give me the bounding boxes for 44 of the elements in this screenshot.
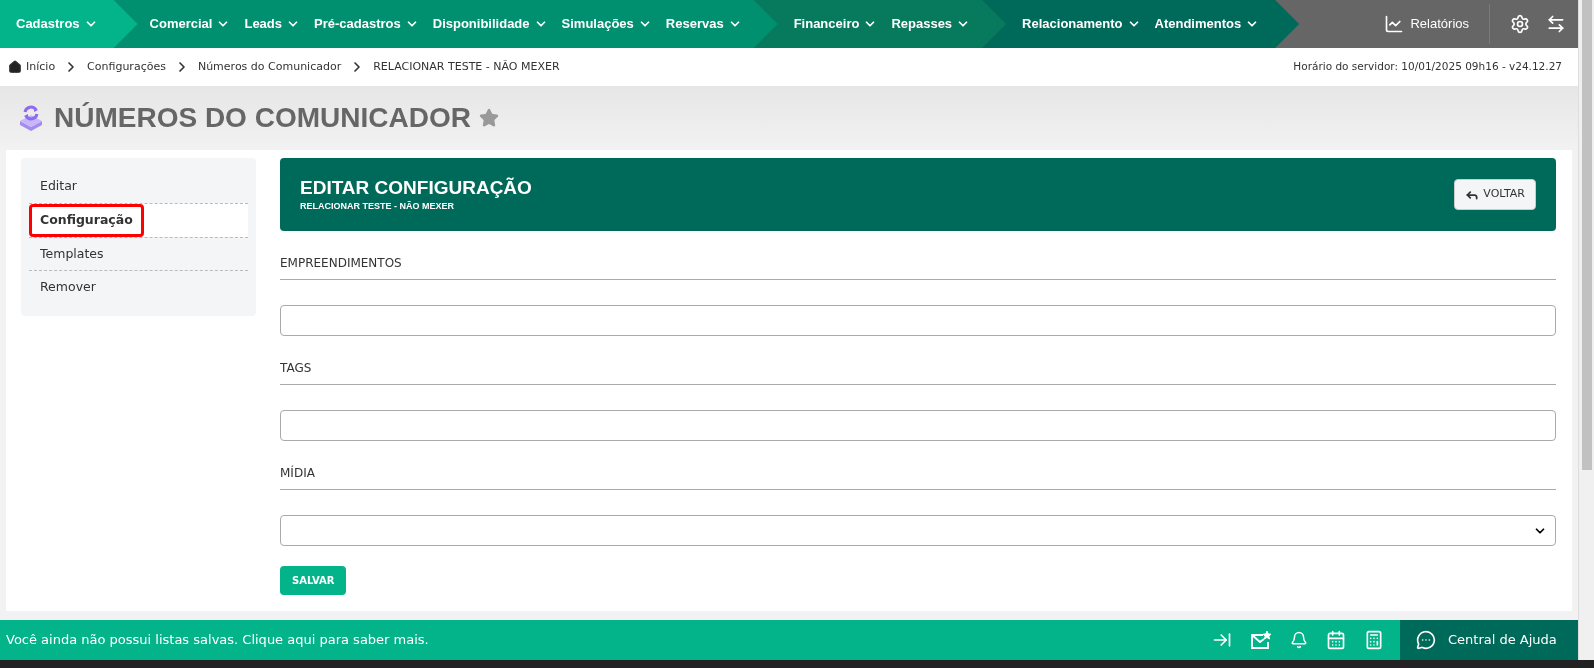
input-field[interactable] — [280, 305, 1556, 336]
breadcrumb-link[interactable]: Início — [26, 58, 56, 76]
breadcrumb-current: RELACIONAR TESTE - NÃO MEXER — [373, 58, 560, 75]
sidebar-item[interactable]: Configuração — [29, 203, 144, 237]
breadcrumb-link[interactable]: Números do Comunicador — [197, 58, 342, 76]
nav-menu[interactable]: Atendimentos — [1154, 14, 1260, 34]
nav-menu[interactable]: Reservas — [665, 14, 742, 34]
nav-menu[interactable]: Financeiro — [793, 14, 878, 34]
chat-bubble-icon — [1416, 630, 1436, 650]
sidebar-item[interactable]: Editar — [29, 170, 88, 203]
scrollbar-thumb[interactable] — [1581, 0, 1592, 470]
section-label: TAGS — [280, 359, 1556, 385]
favorite-star-icon[interactable] — [478, 108, 499, 128]
reports-link[interactable]: Relatórios — [1364, 0, 1489, 48]
bell-icon[interactable] — [1290, 631, 1308, 649]
nav-menu[interactable]: Pré-cadastros — [314, 14, 419, 34]
nav-menu[interactable]: Relacionamento — [1022, 14, 1141, 34]
help-center-button[interactable]: Central de Ajuda — [1400, 620, 1578, 660]
page-title: NÚMEROS DO COMUNICADOR — [54, 101, 471, 135]
nav-menu[interactable]: Repasses — [891, 14, 971, 34]
calendar-icon[interactable] — [1326, 630, 1346, 650]
nav-menu[interactable]: Leads — [244, 14, 301, 34]
server-time-text: Horário do servidor: 10/01/2025 09h16 - v24.12.27 — [1293, 59, 1563, 75]
nav-menu[interactable]: Simulações — [561, 14, 652, 34]
line-chart-icon — [1384, 14, 1405, 34]
panel-subtitle: RELACIONAR TESTE - NÃO MEXER — [300, 199, 455, 213]
nav-menu[interactable]: Disponibilidade — [432, 14, 548, 34]
arrow-to-line-icon[interactable] — [1212, 630, 1232, 650]
swap-arrows-icon[interactable] — [1546, 14, 1566, 34]
section-label: MÍDIA — [280, 464, 1556, 490]
scrollbar[interactable] — [1578, 0, 1594, 660]
breadcrumb-link[interactable]: Configurações — [87, 58, 166, 76]
back-button[interactable]: VOLTAR — [1454, 179, 1536, 210]
nav-menu[interactable]: Comercial — [149, 14, 231, 34]
section-label: EMPREENDIMENTOS — [280, 254, 1556, 280]
home-icon — [8, 60, 22, 74]
panel-title: EDITAR CONFIGURAÇÃO — [300, 175, 532, 200]
sidebar-item[interactable]: Templates — [29, 237, 115, 271]
sidebar-item[interactable]: Remover — [29, 271, 107, 304]
select-field[interactable] — [280, 515, 1556, 546]
envelope-star-icon[interactable] — [1250, 630, 1272, 650]
calculator-icon[interactable] — [1364, 630, 1384, 650]
settings-icon[interactable] — [1510, 14, 1530, 34]
input-field[interactable] — [280, 410, 1556, 441]
